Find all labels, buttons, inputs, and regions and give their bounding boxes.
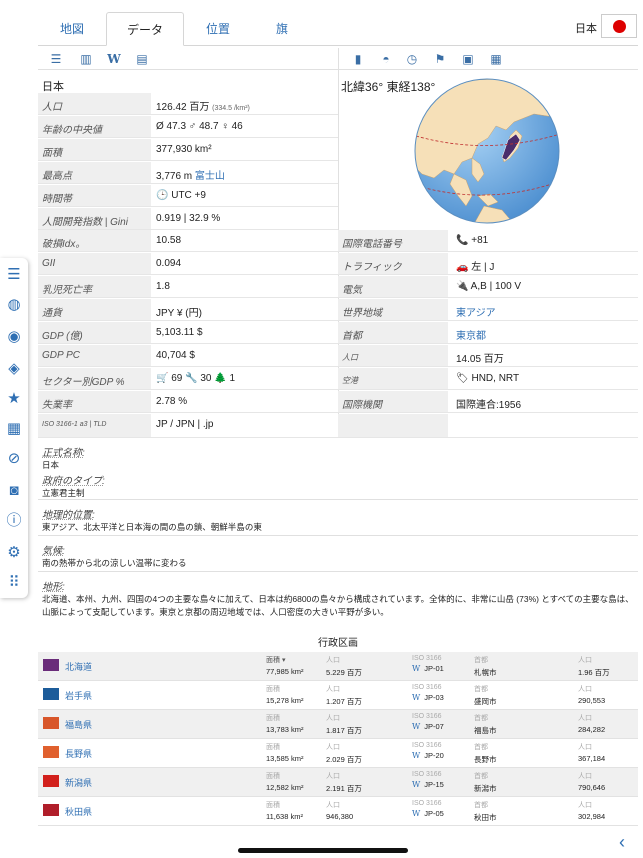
stat-currency: 通貨 JPY ¥ (円) [38, 299, 338, 321]
wikipedia-icon[interactable]: W [412, 693, 420, 702]
country-selector-label[interactable]: 日本 [575, 20, 597, 36]
list-icon[interactable]: ☰ [5, 266, 23, 284]
stat-electricity: 電気 🔌 A,B | 100 V [338, 276, 638, 298]
stat-world-region: 世界地域 東アジア [338, 299, 638, 321]
calendar-grid-icon[interactable]: ▦ [5, 420, 23, 438]
globe-map[interactable] [414, 78, 560, 224]
country-name: 日本 [42, 81, 64, 93]
highest-point-link[interactable]: 富士山 [195, 171, 225, 182]
stat-hdi-gini: 人間開発指数 | Gini 0.919 | 32.9 % [38, 208, 338, 230]
stat-gdp-by-sector: セクター別GDP % 🛒 69 🔧 30 🌲 1 [38, 368, 338, 390]
stat-gdp: GDP (億) 5,103.11 $ [38, 322, 338, 344]
prefecture-flag-icon [43, 775, 59, 787]
side-navigation: ☰ ◍ ◉ ◈ ★ ▦ ⊘ ◙ ⓘ ⚙ ⠿ [0, 258, 28, 598]
wikipedia-icon[interactable]: W [412, 722, 420, 731]
wikipedia-icon[interactable]: W [412, 809, 420, 818]
image-icon[interactable]: ▣ [460, 51, 476, 67]
document-icon[interactable]: ▤ [134, 51, 150, 67]
tab-location[interactable]: 位置 [184, 12, 252, 46]
camera-icon[interactable]: ◙ [5, 482, 23, 500]
prefecture-flag-icon [43, 746, 59, 758]
database-icon[interactable]: ☰ [48, 51, 64, 67]
tab-bar: 地図 データ 位置 旗 [38, 12, 638, 46]
table-row[interactable]: 長野県 面積 13,585 km² 人口 2.029 百万 ISO 3166 W JP-… [38, 739, 638, 768]
prefecture-flag-icon [43, 659, 59, 671]
stat-gdp-per-capita: GDP PC 40,704 $ [38, 345, 338, 367]
table-row[interactable]: 秋田県 面積 11,638 km² 人口 946,380 ISO 3166 W JP-0… [38, 797, 638, 826]
tab-data[interactable]: データ [106, 12, 184, 46]
stat-median-age: 年齢の中央値 Ø 47.3 ♂ 48.7 ♀ 46 [38, 116, 338, 138]
cube-icon[interactable]: ◈ [5, 360, 23, 378]
world-map-icon[interactable]: ◓ [378, 51, 394, 67]
climate-block: 気候: 南の熱帯から北の涼しい温帯に変わる [38, 536, 638, 572]
stat-empty [338, 414, 638, 438]
gamepad-icon[interactable]: ◍ [5, 296, 23, 314]
building-icon[interactable]: ▦ [488, 51, 504, 67]
stat-airports: 空港 🏷 HND, NRT [338, 368, 638, 390]
wikipedia-icon[interactable]: W [412, 780, 420, 789]
chevron-left-icon[interactable]: ‹ [619, 832, 625, 853]
stat-int-organizations: 国際機関 国際連合:1956 [338, 391, 638, 413]
world-region-link[interactable]: 東アジア [456, 304, 496, 319]
bar-chart-icon[interactable]: ▮ [350, 51, 366, 67]
stat-timezone: 時間帯 🕒 UTC +9 [38, 185, 338, 207]
stat-highest-point: 最高点 3,776 m 富士山 [38, 162, 338, 184]
info-icon[interactable]: ⓘ [5, 512, 23, 530]
table-row[interactable]: 北海道 面積 ▾ 77,985 km² 人口 5.229 百万 ISO 3166 W J… [38, 652, 638, 681]
japan-flag-icon[interactable] [601, 14, 637, 38]
wikipedia-icon[interactable]: W [106, 51, 122, 67]
gear-icon[interactable]: ⚙ [5, 544, 23, 562]
admin-divisions-title: 行政区画 [318, 638, 358, 649]
geographic-location-block: 地理的位置: 東アジア、北太平洋と日本海の間の島の鎖、朝鮮半島の東 [38, 500, 638, 536]
stat-gii: GII 0.094 [38, 253, 338, 275]
terrain-block: 地形: 北海道、本州、九州、四国の4つの主要な島々に加えて、日本は約6800の島… [42, 582, 634, 617]
table-row[interactable]: 新潟県 面積 12,582 km² 人口 2.191 百万 ISO 3166 W JP-… [38, 768, 638, 797]
tab-flag[interactable]: 旗 [252, 12, 312, 46]
home-indicator [238, 848, 408, 853]
prefecture-flag-icon [43, 688, 59, 700]
clock-icon[interactable]: ◷ [404, 51, 420, 67]
prefecture-flag-icon [43, 804, 59, 816]
stat-population: 人口 126.42 百万 (334.5 /km²) [38, 93, 338, 115]
table-row[interactable]: 岩手県 面積 15,278 km² 人口 1.207 百万 ISO 3166 W JP-… [38, 681, 638, 710]
stat-capital: 首都 東京都 [338, 322, 638, 344]
star-icon[interactable]: ★ [5, 390, 23, 408]
stat-unemployment: 失業率 2.78 % [38, 391, 338, 413]
stat-calling-code: 国際電話番号 📞 +81 [338, 230, 638, 252]
flag-icon[interactable]: ⚑ [432, 51, 448, 67]
capital-link[interactable]: 東京都 [456, 327, 486, 342]
stat-iso-tld: ISO 3166-1 a3 | TLD JP / JPN | .jp [38, 414, 338, 438]
stat-traffic: トラフィック 🚗 左 | J [338, 253, 638, 275]
tab-map[interactable]: 地図 [38, 12, 106, 46]
wikipedia-icon[interactable]: W [412, 751, 420, 760]
stat-capital-population: 人口 14.05 百万 [338, 345, 638, 367]
apps-grid-icon[interactable]: ⠿ [5, 574, 23, 592]
stat-area: 面積 377,930 km² [38, 139, 338, 161]
stat-infant-mortality: 乳児死亡率 1.8 [38, 276, 338, 298]
official-name-block: 正式名称: 日本 政府のタイプ: 立憲君主制 [38, 438, 638, 500]
globe-icon[interactable]: ◉ [5, 328, 23, 346]
book-icon[interactable]: ▥ [78, 51, 94, 67]
table-row[interactable]: 福島県 面積 13,783 km² 人口 1.817 百万 ISO 3166 W JP-… [38, 710, 638, 739]
wikipedia-icon[interactable]: W [412, 664, 420, 673]
compass-icon[interactable]: ⊘ [5, 450, 23, 468]
prefecture-flag-icon [43, 717, 59, 729]
stat-corruption-index: 破損Idx。 10.58 [38, 230, 338, 252]
